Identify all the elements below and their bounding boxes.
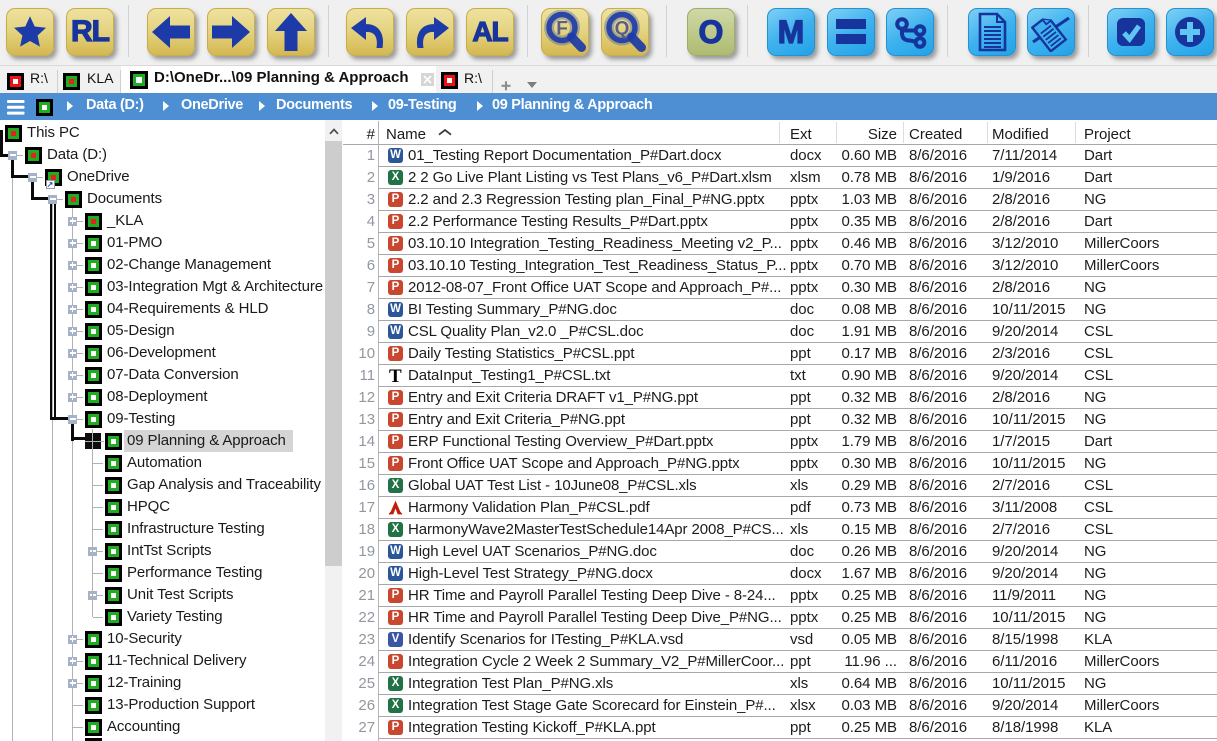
svg-text:F: F: [556, 19, 568, 40]
svg-text:Q: Q: [615, 19, 630, 40]
